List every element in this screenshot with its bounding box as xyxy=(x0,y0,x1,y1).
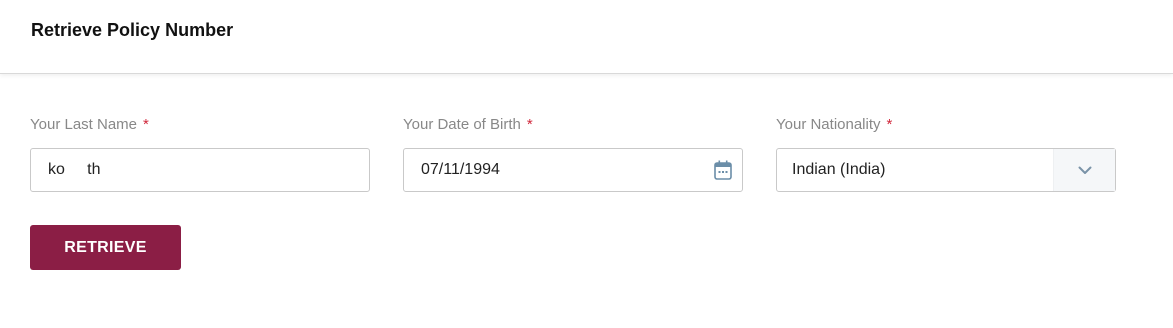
nationality-select[interactable]: Indian (India) xyxy=(776,148,1116,192)
last-name-label-text: Your Last Name xyxy=(30,116,138,133)
nationality-value: Indian (India) xyxy=(792,161,886,178)
required-mark: * xyxy=(886,116,893,133)
last-name-input[interactable]: ko th xyxy=(30,148,370,192)
dob-value: 07/11/1994 xyxy=(421,161,500,178)
last-name-field-group: Your Last Name * ko th xyxy=(30,115,370,192)
dob-input[interactable]: 07/11/1994 xyxy=(403,148,743,192)
page-title: Retrieve Policy Number xyxy=(31,20,234,40)
chevron-down-icon[interactable] xyxy=(1053,149,1115,191)
page-header: Retrieve Policy Number xyxy=(0,0,1173,74)
required-mark: * xyxy=(143,116,149,133)
dob-label: Your Date of Birth * xyxy=(403,115,743,135)
last-name-value: ko th xyxy=(48,161,101,178)
nationality-label-text: Your Nationality xyxy=(776,116,881,133)
nationality-label: Your Nationality * xyxy=(776,115,1116,135)
retrieve-button[interactable]: RETRIEVE xyxy=(30,225,181,270)
required-mark: * xyxy=(526,116,533,133)
dob-label-text: Your Date of Birth xyxy=(403,116,521,133)
dob-field-group: Your Date of Birth * 07/11/1994 xyxy=(403,115,743,192)
last-name-label: Your Last Name * xyxy=(30,115,370,135)
calendar-icon[interactable] xyxy=(704,149,742,191)
nationality-field-group: Your Nationality * Indian (India) xyxy=(776,115,1116,192)
